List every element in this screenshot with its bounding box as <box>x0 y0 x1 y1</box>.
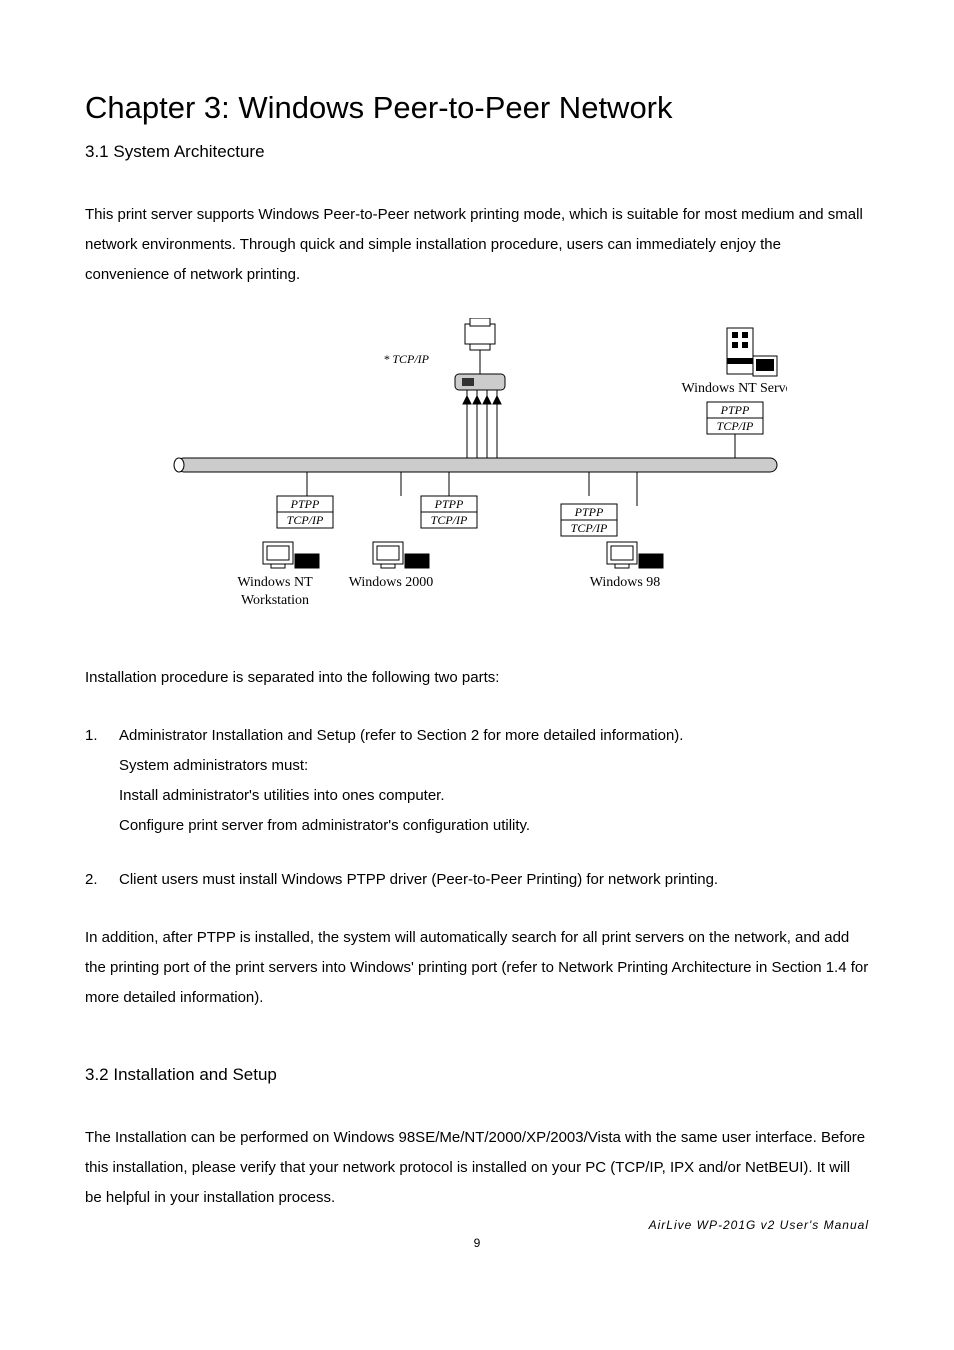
server-tcpip-text: TCP/IP <box>717 419 754 433</box>
paragraph-install-setup: The Installation can be performed on Win… <box>85 1123 869 1213</box>
svg-text:PTPP: PTPP <box>434 497 464 511</box>
client-windows-98: PTPP TCP/IP Windows 98 <box>561 472 663 590</box>
tcpip-top-label: * TCP/IP <box>383 352 429 366</box>
svg-text:TCP/IP: TCP/IP <box>431 513 468 527</box>
list-item-2: 2. Client users must install Windows PTP… <box>85 865 869 895</box>
svg-text:Windows 98: Windows 98 <box>590 575 661 590</box>
paragraph-install-intro: Installation procedure is separated into… <box>85 663 869 693</box>
list-item-1-line-4: Configure print server from administrato… <box>119 811 869 841</box>
nt-server-label: Windows NT Server <box>681 381 787 396</box>
svg-text:Windows NT: Windows NT <box>237 575 313 590</box>
printer-icon <box>465 318 495 350</box>
chapter-title: Chapter 3: Windows Peer-to-Peer Network <box>85 90 869 126</box>
footer-doc-title: AirLive WP-201G v2 User's Manual <box>649 1218 869 1232</box>
print-server-connectors <box>463 390 501 458</box>
ethernet-bus <box>174 458 777 472</box>
paragraph-ptpp-note: In addition, after PTPP is installed, th… <box>85 923 869 1013</box>
svg-text:PTPP: PTPP <box>290 497 320 511</box>
print-server-icon <box>455 350 505 390</box>
client-windows-2000: PTPP TCP/IP Windows 2000 <box>349 472 477 590</box>
list-item-1: 1. Administrator Installation and Setup … <box>85 721 869 841</box>
install-list: 1. Administrator Installation and Setup … <box>85 721 869 895</box>
svg-text:Windows 2000: Windows 2000 <box>349 575 434 590</box>
list-marker-1: 1. <box>85 721 119 841</box>
list-item-1-line-3: Install administrator's utilities into o… <box>119 781 869 811</box>
client-nt-workstation: PTPP TCP/IP Windows NT Workstation <box>237 472 333 608</box>
list-marker-2: 2. <box>85 865 119 895</box>
architecture-diagram: * TCP/IP Windows NT Server PTPP TCP/IP <box>167 318 787 623</box>
paragraph-intro: This print server supports Windows Peer-… <box>85 200 869 290</box>
svg-text:TCP/IP: TCP/IP <box>571 521 608 535</box>
nt-server-icon <box>727 328 777 376</box>
svg-text:PTPP: PTPP <box>574 505 604 519</box>
list-item-2-line-1: Client users must install Windows PTPP d… <box>119 865 869 895</box>
server-ptpp-text: PTPP <box>720 403 750 417</box>
section-heading-3-2: 3.2 Installation and Setup <box>85 1065 869 1085</box>
svg-text:Workstation: Workstation <box>241 593 309 608</box>
footer-page-number: 9 <box>0 1236 954 1250</box>
list-item-1-line-2: System administrators must: <box>119 751 869 781</box>
section-heading-3-1: 3.1 System Architecture <box>85 142 869 162</box>
list-item-1-line-1: Administrator Installation and Setup (re… <box>119 721 869 751</box>
svg-text:TCP/IP: TCP/IP <box>287 513 324 527</box>
